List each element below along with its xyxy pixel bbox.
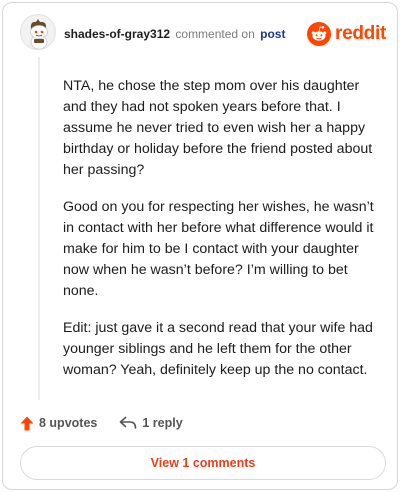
upvote-arrow-icon: [20, 416, 34, 431]
upvote-button[interactable]: 8 upvotes: [20, 416, 97, 431]
action-text: commented on: [175, 27, 255, 41]
comment-header: shades-of-gray312 commented on post redd…: [20, 14, 386, 54]
reddit-brand[interactable]: reddit: [307, 21, 386, 47]
comment-paragraph: NTA, he chose the step mom over his daug…: [63, 78, 373, 178]
thread-line: [38, 57, 40, 400]
post-link[interactable]: post: [260, 27, 285, 41]
comment-actions: 8 upvotes 1 reply: [20, 412, 183, 434]
view-comments-button[interactable]: View 1 comments: [20, 446, 386, 480]
comment-card: shades-of-gray312 commented on post redd…: [2, 2, 398, 490]
brand-wordmark: reddit: [335, 23, 386, 44]
reply-button[interactable]: 1 reply: [119, 416, 183, 430]
reply-arrow-icon: [119, 416, 137, 430]
comment-author[interactable]: shades-of-gray312: [64, 27, 170, 41]
comment-body: NTA, he chose the step mom over his daug…: [63, 76, 381, 397]
comment-paragraph: Edit: just gave it a second read that yo…: [63, 320, 373, 378]
reply-count: 1 reply: [142, 416, 183, 430]
comment-meta: shades-of-gray312 commented on post: [64, 27, 285, 41]
avatar-snoo-icon: [30, 19, 48, 49]
upvote-count: 8 upvotes: [39, 416, 98, 430]
reddit-logo-icon: [307, 22, 332, 46]
comment-paragraph: Good on you for respecting her wishes, h…: [63, 199, 374, 299]
user-avatar[interactable]: [20, 14, 56, 50]
